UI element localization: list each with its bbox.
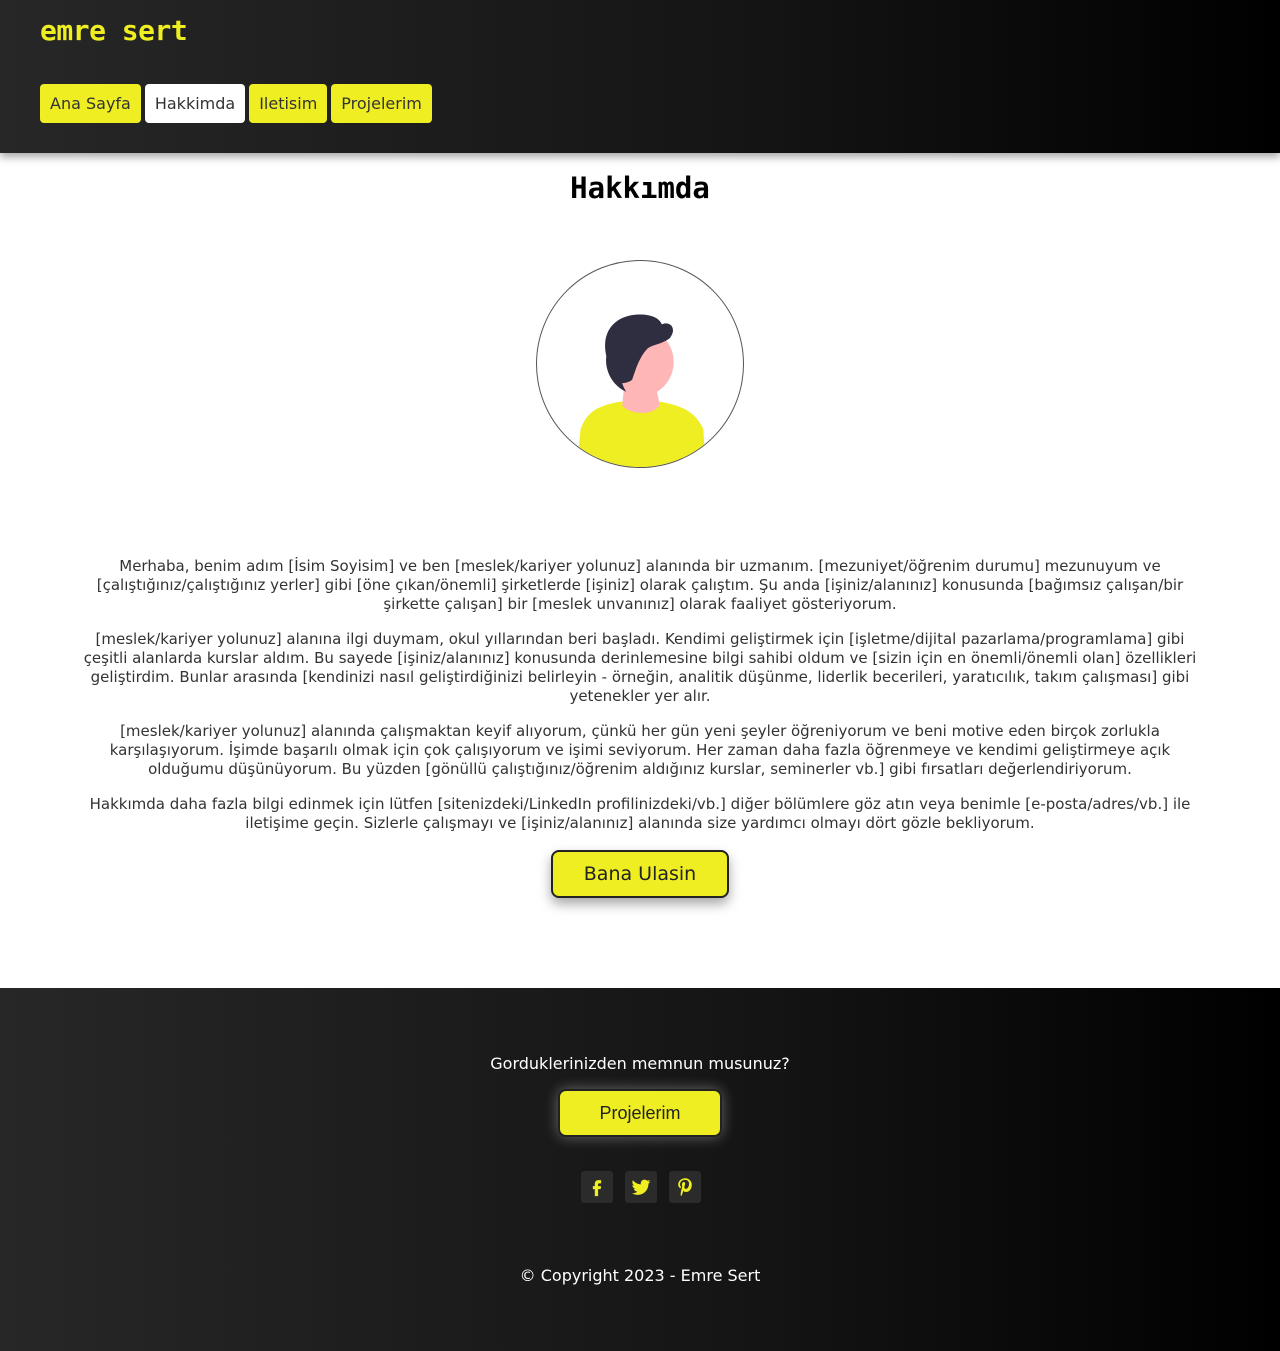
site-footer: Gorduklerinizden memnun musunuz? Projele… [0, 988, 1280, 1351]
avatar-illustration [576, 314, 706, 467]
about-paragraph: [meslek/kariyer yolunuz] alanına ilgi du… [83, 630, 1197, 705]
social-links [581, 1171, 701, 1203]
nav-item-hakkimda[interactable]: Hakkimda [144, 84, 246, 123]
page-title: Hakkımda [570, 171, 710, 205]
twitter-icon [631, 1179, 651, 1195]
about-paragraph: Merhaba, benim adım [İsim Soyisim] ve be… [96, 557, 1184, 613]
person-avatar-icon [536, 260, 744, 468]
about-text: Merhaba, benim adım [İsim Soyisim] ve be… [80, 557, 1200, 849]
about-paragraph: Hakkımda daha fazla bilgi edinmek için l… [89, 795, 1191, 832]
nav-item-ana-sayfa[interactable]: Ana Sayfa [40, 84, 141, 123]
main-nav: Ana Sayfa Hakkimda Iletisim Projelerim [40, 84, 432, 123]
facebook-link[interactable] [581, 1171, 613, 1203]
site-header: emre sert Ana Sayfa Hakkimda Iletisim Pr… [0, 0, 1280, 153]
facebook-icon [592, 1180, 602, 1197]
footer-question: Gorduklerinizden memnun musunuz? [490, 1054, 790, 1073]
nav-item-projelerim[interactable]: Projelerim [331, 84, 432, 123]
main-content: Hakkımda Merhaba, benim adım [İsim Soyis… [0, 153, 1280, 988]
nav-item-iletisim[interactable]: Iletisim [249, 84, 328, 123]
brand-logo[interactable]: emre sert [40, 14, 188, 47]
pinterest-icon [678, 1178, 692, 1197]
contact-me-button[interactable]: Bana Ulasin [551, 850, 729, 898]
about-paragraph: [meslek/kariyer yolunuz] alanında çalışm… [109, 722, 1171, 778]
twitter-link[interactable] [625, 1171, 657, 1203]
projects-button[interactable]: Projelerim [558, 1089, 722, 1137]
copyright-text: © Copyright 2023 - Emre Sert [519, 1266, 761, 1285]
pinterest-link[interactable] [669, 1171, 701, 1203]
